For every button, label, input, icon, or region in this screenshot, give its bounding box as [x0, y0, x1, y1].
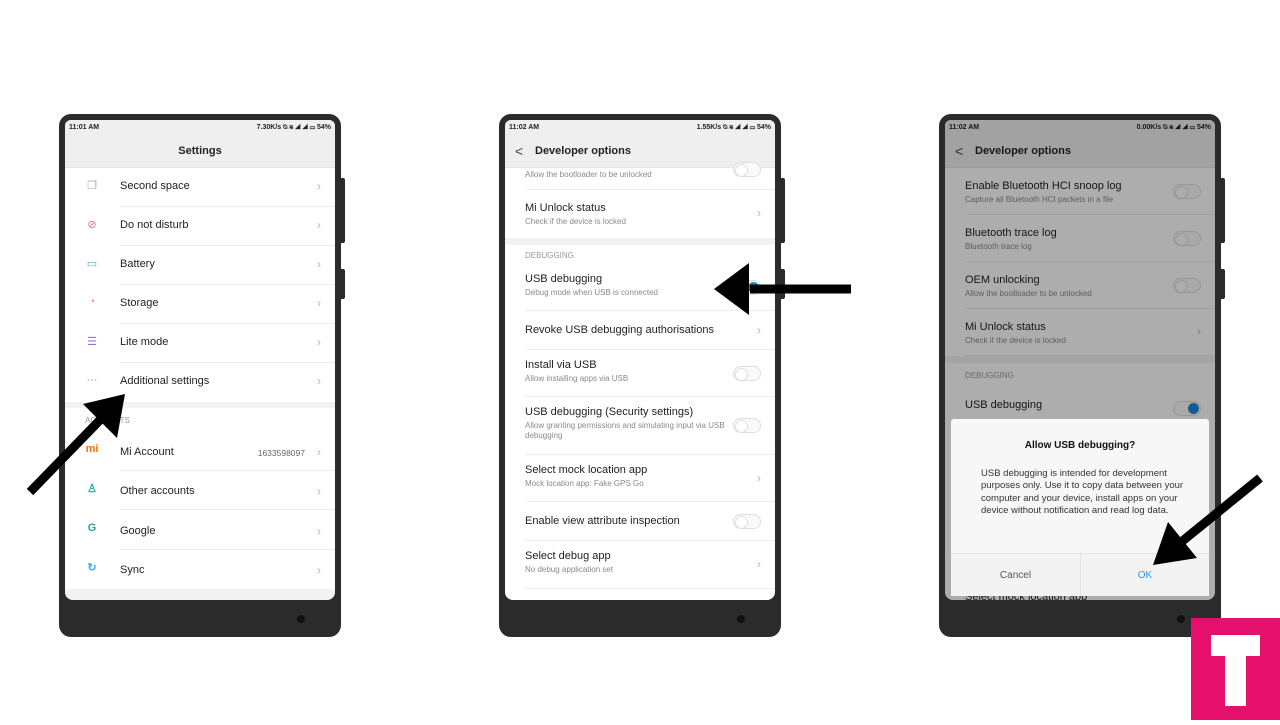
arrow-to-additional-settings — [26, 394, 125, 496]
arrow-to-usb-debugging — [714, 263, 851, 315]
arrow-to-ok-button — [1153, 474, 1263, 565]
t-logo-icon — [1211, 635, 1260, 706]
annotation-arrows — [26, 263, 1263, 565]
site-logo — [1191, 618, 1280, 720]
